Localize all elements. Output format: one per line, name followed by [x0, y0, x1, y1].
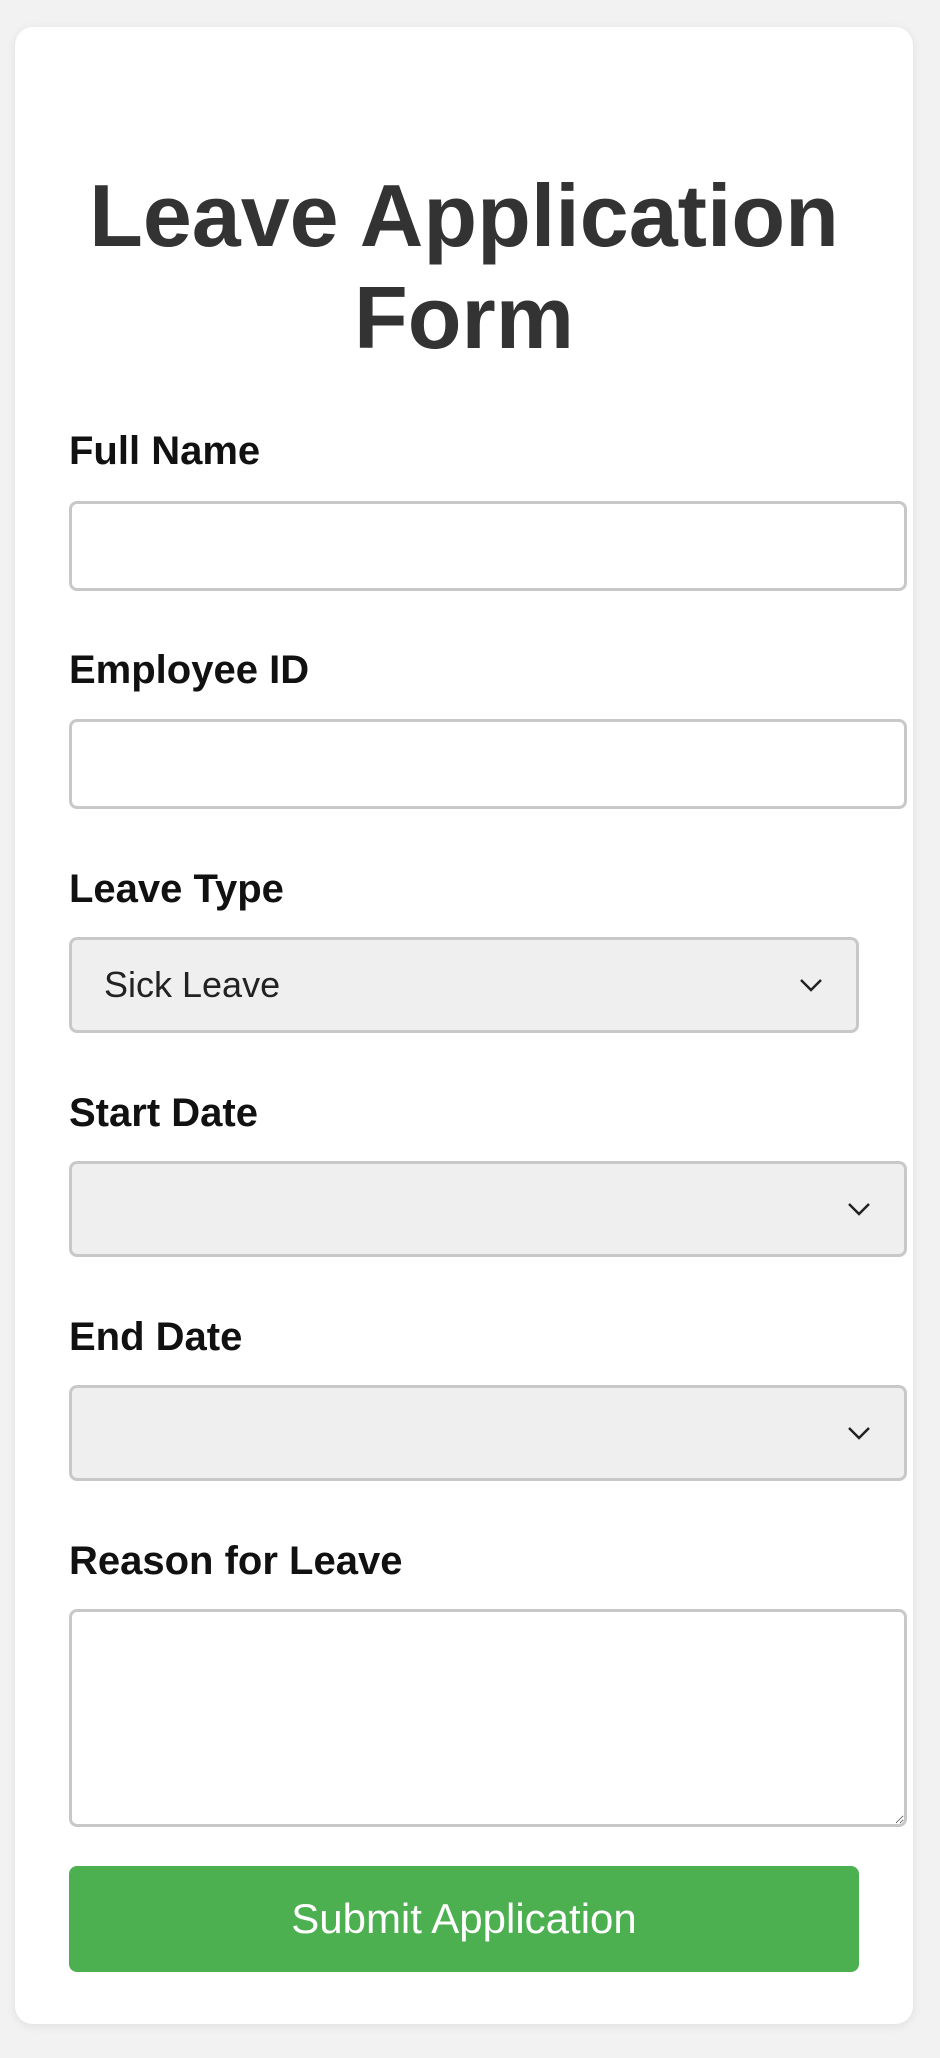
leave-type-label: Leave Type	[69, 867, 284, 911]
leave-type-selected-value: Sick Leave	[104, 964, 281, 1005]
page-title: Leave Application Form	[89, 166, 839, 367]
start-date-select[interactable]	[69, 1161, 907, 1257]
leave-type-select[interactable]: Sick Leave	[69, 937, 859, 1033]
reason-label: Reason for Leave	[69, 1539, 403, 1583]
full-name-input[interactable]	[69, 501, 907, 591]
leave-form-card: Leave Application Form Full Name Employe…	[15, 27, 913, 2024]
employee-id-label: Employee ID	[69, 648, 310, 692]
submit-application-button[interactable]: Submit Application	[69, 1866, 859, 1972]
chevron-down-icon	[800, 979, 822, 992]
end-date-label: End Date	[69, 1315, 243, 1359]
end-date-select[interactable]	[69, 1385, 907, 1481]
full-name-label: Full Name	[69, 429, 261, 473]
employee-id-input[interactable]	[69, 719, 907, 809]
chevron-down-icon	[848, 1427, 870, 1440]
reason-textarea[interactable]	[69, 1609, 907, 1827]
chevron-down-icon	[848, 1203, 870, 1216]
start-date-label: Start Date	[69, 1091, 258, 1135]
